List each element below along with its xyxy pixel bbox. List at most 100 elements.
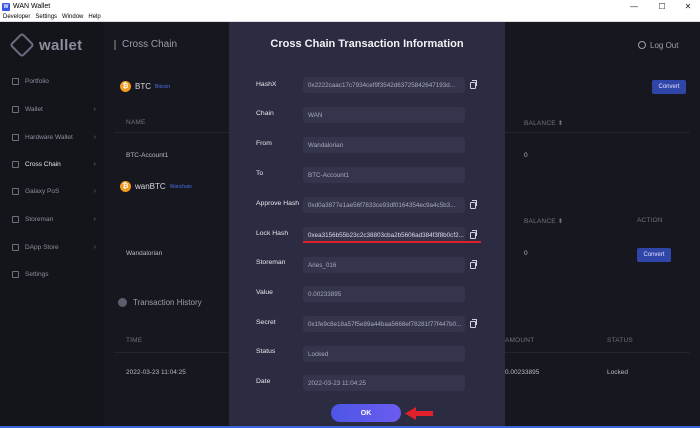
hardware-wallet-icon: [12, 133, 19, 141]
label-secret: Secret: [256, 319, 276, 326]
menu-help[interactable]: Help: [88, 14, 100, 20]
menu-window[interactable]: Window: [62, 14, 83, 20]
menu-developer[interactable]: Developer: [3, 14, 30, 20]
copy-icon[interactable]: [470, 260, 477, 269]
galaxy-pos-icon: [12, 187, 19, 195]
sidebar-item-settings[interactable]: Settings: [0, 267, 104, 281]
chevron-right-icon: ›: [93, 187, 96, 195]
history-row-time: 2022-03-23 11:04:25: [126, 369, 186, 376]
copy-icon[interactable]: [470, 319, 477, 328]
btc-convert-button[interactable]: Convert: [652, 80, 686, 94]
sidebar-item-label: Storeman: [25, 215, 54, 223]
label-from: From: [256, 140, 272, 147]
col-name: NAME: [126, 119, 146, 126]
label-date: Date: [256, 378, 271, 385]
label-hashx: HashX: [256, 81, 277, 88]
label-storeman: Storeman: [256, 259, 286, 266]
label-lock-hash: Lock Hash: [256, 230, 289, 237]
wanbtc-coin-sub: Wanchain: [169, 183, 192, 190]
sidebar-item-galaxy-pos[interactable]: Galaxy PoS ›: [0, 184, 104, 198]
sidebar-item-label: DApp Store: [25, 243, 59, 251]
history-icon: [118, 298, 127, 307]
copy-icon[interactable]: [470, 80, 477, 89]
col-balance[interactable]: BALANCE ⬍: [524, 119, 563, 127]
col-balance[interactable]: BALANCE ⬍: [524, 217, 563, 225]
sidebar-item-dapp-store[interactable]: DApp Store ›: [0, 240, 104, 254]
history-row-amount: 0.00233895: [505, 369, 540, 376]
wanbtc-coin-name: wanBTC: [135, 182, 166, 191]
label-to: To: [256, 170, 264, 177]
maximize-button[interactable]: ☐: [652, 0, 672, 13]
btc-coin-name: BTC: [135, 82, 151, 91]
highlight-underline: [303, 241, 481, 243]
wanchain-logo-icon: [9, 32, 35, 58]
window-titlebar: W WAN Wallet — ☐ ✕: [0, 0, 700, 13]
col-status: STATUS: [607, 337, 633, 344]
sidebar-item-label: Cross Chain: [25, 160, 61, 168]
copy-icon[interactable]: [470, 230, 477, 239]
wanbtc-account-balance: 0: [524, 250, 528, 257]
page-title-text: Cross Chain: [122, 39, 178, 50]
page-title: Cross Chain: [114, 39, 177, 50]
sidebar-item-wallet[interactable]: Wallet ›: [0, 102, 104, 116]
transaction-info-modal: Cross Chain Transaction Information Hash…: [229, 22, 505, 426]
wallet-icon: [12, 105, 19, 113]
col-time: TIME: [126, 337, 143, 344]
dapp-store-icon: [12, 243, 19, 251]
logout-icon[interactable]: [638, 41, 646, 49]
btc-account-balance: 0: [524, 152, 528, 159]
modal-title: Cross Chain Transaction Information: [270, 38, 464, 50]
wanbtc-account-name: Wandalorian: [126, 250, 163, 257]
chevron-right-icon: ›: [93, 133, 96, 141]
col-action: ACTION: [637, 217, 663, 224]
label-status: Status: [256, 348, 276, 355]
copy-icon[interactable]: [470, 200, 477, 209]
sidebar-item-portfolio[interactable]: Portfolio: [0, 74, 104, 88]
field-chain: WAN: [303, 107, 465, 123]
label-approve-hash: Approve Hash: [256, 200, 300, 207]
logo: wallet: [9, 32, 82, 58]
field-status: Locked: [303, 346, 465, 362]
menu-settings[interactable]: Settings: [35, 14, 57, 20]
btc-account-name: BTC-Account1: [126, 152, 169, 159]
col-amount: AMOUNT: [505, 337, 535, 344]
history-row-status: Locked: [607, 369, 628, 376]
wanbtc-coin-icon: ₿: [120, 181, 131, 192]
portfolio-icon: [12, 77, 19, 85]
transaction-history-title: Transaction History: [133, 298, 202, 307]
red-arrow-icon: [405, 407, 433, 420]
chevron-right-icon: ›: [93, 243, 96, 251]
ok-button[interactable]: OK: [331, 404, 401, 422]
settings-icon: [12, 270, 19, 278]
chevron-right-icon: ›: [93, 105, 96, 113]
logout-button[interactable]: Log Out: [650, 41, 678, 50]
sidebar-item-hardware-wallet[interactable]: Hardware Wallet ›: [0, 130, 104, 144]
transaction-history-header: Transaction History: [118, 298, 202, 307]
window-title: WAN Wallet: [13, 3, 51, 10]
field-to: BTC-Account1: [303, 167, 465, 183]
chevron-right-icon: ›: [93, 215, 96, 223]
field-approve-hash: 0xd0a3877e1ae56f7833ce93df0164354ec9a4c5…: [303, 197, 465, 213]
wanbtc-convert-button[interactable]: Convert: [637, 248, 671, 262]
field-value: 0.00233895: [303, 286, 465, 302]
minimize-button[interactable]: —: [624, 0, 644, 13]
btc-coin-icon: ₿: [120, 81, 131, 92]
sidebar-item-cross-chain[interactable]: Cross Chain ›: [0, 157, 104, 171]
sidebar-item-storeman[interactable]: Storeman ›: [0, 212, 104, 226]
sidebar-item-label: Galaxy PoS: [25, 187, 60, 195]
close-button[interactable]: ✕: [678, 0, 698, 13]
sidebar-item-label: Hardware Wallet: [25, 133, 73, 141]
sidebar-item-label: Wallet: [25, 105, 43, 113]
sidebar: wallet Portfolio Wallet › Hardware Walle…: [0, 22, 104, 426]
field-secret: 0x1fe9c8e18a57f5e89a44baa5668ef78281f77f…: [303, 316, 465, 332]
field-storeman: Aries_016: [303, 257, 465, 273]
label-value: Value: [256, 289, 273, 296]
field-from: Wandalorian: [303, 137, 465, 153]
cross-chain-icon: [12, 160, 19, 168]
title-divider: [114, 39, 116, 50]
chevron-right-icon: ›: [93, 160, 96, 168]
btc-coin-header: ₿ BTC Bitcoin: [120, 81, 170, 92]
field-date: 2022-03-23 11:04:25: [303, 375, 465, 391]
sidebar-item-label: Settings: [25, 270, 49, 278]
app-icon: W: [2, 2, 10, 11]
